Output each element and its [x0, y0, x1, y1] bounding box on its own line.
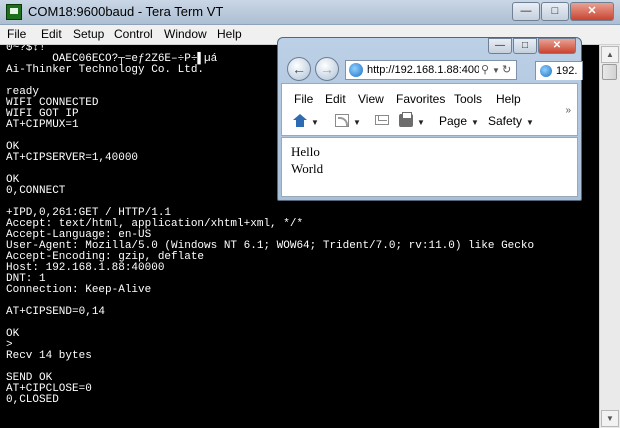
- dropdown-arrow-icon: ▼: [353, 118, 361, 127]
- arrow-down-icon: ▼: [606, 414, 614, 423]
- tab-page-icon: [540, 65, 552, 77]
- browser-tab[interactable]: 192.: [535, 61, 583, 80]
- page-icon: [349, 63, 363, 77]
- refresh-icon[interactable]: ↻: [502, 63, 511, 76]
- arrow-up-icon: ▲: [606, 50, 614, 59]
- content-line: Hello: [291, 144, 320, 159]
- menu-setup[interactable]: Setup: [73, 27, 104, 41]
- terminal-line: AT+CIPSEND=0,14: [6, 306, 106, 318]
- minimize-icon: —: [495, 40, 505, 51]
- terminal-scrollbar[interactable]: ▲ ▼: [599, 45, 620, 428]
- back-arrow-icon: ←: [292, 61, 306, 77]
- page-menu-label: Page: [439, 114, 468, 128]
- browser-toolbars: File Edit View Favorites Tools Help ▼ ▼ …: [281, 83, 578, 136]
- maximize-icon: □: [521, 40, 529, 51]
- maximize-icon: □: [551, 5, 559, 17]
- browser-menu-tools[interactable]: Tools: [454, 92, 482, 106]
- browser-close-button[interactable]: ✕: [538, 38, 576, 54]
- scrollbar-thumb[interactable]: [602, 64, 617, 80]
- read-mail-button[interactable]: [375, 114, 389, 130]
- minimize-icon: —: [520, 5, 532, 17]
- terminal-line: Host: 192.168.1.88:40000: [6, 262, 165, 274]
- toolbar-overflow-chevron-icon[interactable]: »: [565, 105, 571, 116]
- close-icon: ✕: [552, 40, 562, 51]
- home-icon: [293, 114, 307, 127]
- menu-control[interactable]: Control: [114, 27, 153, 41]
- print-button[interactable]: ▼: [399, 112, 425, 130]
- terminal-title-bar: COM18:9600baud - Tera Term VT — □ ✕: [0, 0, 620, 25]
- browser-menu-favorites[interactable]: Favorites: [396, 92, 445, 106]
- scroll-down-button[interactable]: ▼: [601, 410, 619, 427]
- back-button[interactable]: ←: [287, 57, 311, 81]
- browser-content: Hello World: [281, 137, 578, 197]
- menu-window[interactable]: Window: [164, 27, 207, 41]
- terminal-line: Connection: Keep-Alive: [6, 284, 152, 296]
- maximize-button[interactable]: □: [541, 2, 569, 21]
- minimize-button[interactable]: —: [512, 2, 540, 21]
- terminal-window-title: COM18:9600baud - Tera Term VT: [28, 4, 224, 19]
- forward-button[interactable]: →: [315, 57, 339, 81]
- search-icon[interactable]: ⚲: [481, 63, 489, 76]
- page-menu-button[interactable]: Page ▼: [439, 114, 479, 130]
- safety-menu-button[interactable]: Safety ▼: [488, 114, 534, 130]
- dropdown-arrow-icon: ▼: [471, 118, 479, 127]
- dropdown-arrow-icon: ▼: [417, 118, 425, 127]
- mail-icon: [375, 115, 389, 125]
- close-button[interactable]: ✕: [570, 2, 614, 21]
- scroll-up-button[interactable]: ▲: [601, 46, 619, 63]
- browser-window-controls: — □ ✕: [487, 38, 576, 54]
- browser-menu-file[interactable]: File: [294, 92, 313, 106]
- terminal-line: OK: [6, 328, 20, 340]
- dropdown-arrow-icon[interactable]: ▼: [492, 66, 500, 75]
- address-url[interactable]: http://192.168.1.88:400: [367, 64, 479, 76]
- browser-menu-view[interactable]: View: [358, 92, 384, 106]
- feeds-button[interactable]: ▼: [335, 114, 361, 130]
- browser-menu-edit[interactable]: Edit: [325, 92, 346, 106]
- terminal-line: 0,CLOSED: [6, 394, 59, 406]
- forward-arrow-icon: →: [320, 61, 334, 77]
- terminal-line: AT+CIPCLOSE=0: [6, 383, 92, 395]
- browser-maximize-button[interactable]: □: [513, 38, 537, 54]
- rss-feed-icon: [335, 114, 349, 127]
- address-bar[interactable]: http://192.168.1.88:400 ⚲ ▼ ↻: [345, 60, 517, 80]
- browser-minimize-button[interactable]: —: [488, 38, 512, 54]
- dropdown-arrow-icon: ▼: [526, 118, 534, 127]
- terminal-line: Recv 14 bytes: [6, 350, 92, 362]
- menu-help[interactable]: Help: [217, 27, 242, 41]
- terminal-window-controls: — □ ✕: [511, 2, 614, 21]
- menu-file[interactable]: File: [7, 27, 26, 41]
- browser-menu-help[interactable]: Help: [496, 92, 521, 106]
- page-body-text: Hello World: [291, 143, 323, 177]
- menu-edit[interactable]: Edit: [41, 27, 62, 41]
- content-line: World: [291, 161, 324, 176]
- printer-icon: [399, 112, 413, 127]
- close-icon: ✕: [587, 5, 597, 17]
- home-button[interactable]: ▼: [293, 114, 319, 130]
- teraterm-app-icon[interactable]: [6, 4, 22, 20]
- dropdown-arrow-icon: ▼: [311, 118, 319, 127]
- safety-menu-label: Safety: [488, 114, 523, 128]
- browser-window: — □ ✕ ← → http://192.168.1.88:400 ⚲ ▼ ↻ …: [277, 37, 583, 201]
- tab-label: 192.: [556, 65, 578, 77]
